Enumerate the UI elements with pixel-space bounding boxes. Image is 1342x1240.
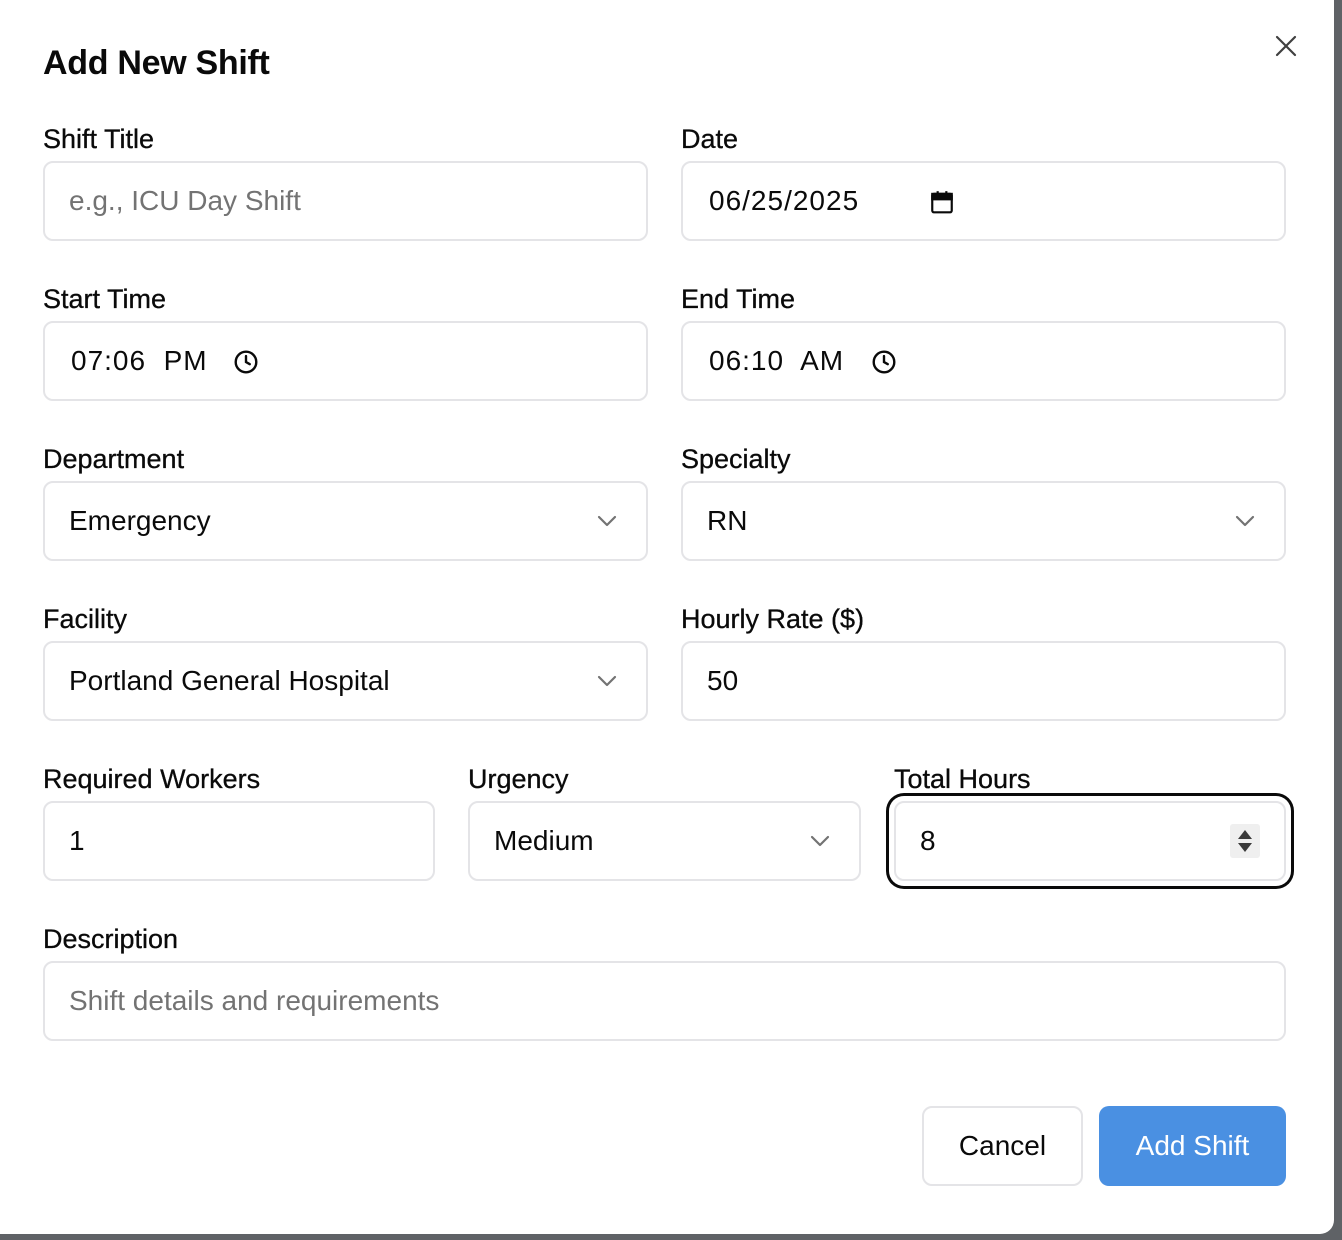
description-input[interactable]: Shift details and requirements bbox=[43, 961, 1286, 1041]
close-button[interactable] bbox=[1270, 30, 1302, 62]
total-hours-field: Total Hours 8 bbox=[894, 762, 1286, 882]
description-placeholder: Shift details and requirements bbox=[69, 985, 440, 1016]
date-label: Date bbox=[681, 124, 739, 154]
add-shift-button[interactable]: Add Shift bbox=[1099, 1106, 1286, 1186]
chevron-down-icon bbox=[596, 514, 618, 528]
description-field: Description Shift details and requiremen… bbox=[43, 922, 1286, 1042]
start-time-value: 07:06 PM bbox=[71, 345, 208, 376]
end-time-value: 06:10 AM bbox=[709, 345, 845, 376]
hourly-rate-field: Hourly Rate ($) 50 bbox=[681, 602, 1286, 722]
start-time-label: Start Time bbox=[43, 284, 167, 314]
stepper-up-icon[interactable] bbox=[1238, 830, 1252, 839]
end-time-input[interactable]: 06:10 AM bbox=[681, 321, 1286, 401]
department-label: Department bbox=[43, 444, 185, 474]
urgency-field: Urgency Medium bbox=[468, 762, 861, 882]
shift-title-input[interactable]: e.g., ICU Day Shift bbox=[43, 161, 648, 241]
dialog-title: Add New Shift bbox=[43, 44, 270, 82]
clock-icon[interactable] bbox=[871, 349, 897, 375]
cancel-button[interactable]: Cancel bbox=[922, 1106, 1083, 1186]
required-workers-input[interactable]: 1 bbox=[43, 801, 435, 881]
date-value: 06/25/2025 bbox=[709, 185, 860, 216]
shift-title-field: Shift Title e.g., ICU Day Shift bbox=[43, 122, 648, 242]
facility-value: Portland General Hospital bbox=[69, 665, 390, 696]
required-workers-value: 1 bbox=[69, 825, 85, 856]
end-time-field: End Time 06:10 AM bbox=[681, 282, 1286, 402]
hourly-rate-value: 50 bbox=[707, 665, 739, 696]
shift-title-label: Shift Title bbox=[43, 124, 155, 154]
number-stepper[interactable] bbox=[1230, 824, 1260, 858]
description-label: Description bbox=[43, 924, 179, 954]
chevron-down-icon bbox=[809, 834, 831, 848]
start-time-input[interactable]: 07:06 PM bbox=[43, 321, 648, 401]
urgency-label: Urgency bbox=[468, 764, 569, 794]
urgency-select[interactable]: Medium bbox=[468, 801, 861, 881]
add-shift-dialog: Add New Shift Shift Title e.g., ICU Day … bbox=[0, 0, 1334, 1234]
facility-field: Facility Portland General Hospital bbox=[43, 602, 648, 722]
required-workers-label: Required Workers bbox=[43, 764, 261, 794]
date-field: Date 06/25/2025 bbox=[681, 122, 1286, 242]
department-select[interactable]: Emergency bbox=[43, 481, 648, 561]
calendar-icon[interactable] bbox=[929, 189, 955, 215]
start-time-field: Start Time 07:06 PM bbox=[43, 282, 648, 402]
end-time-label: End Time bbox=[681, 284, 796, 314]
urgency-value: Medium bbox=[494, 825, 594, 856]
chevron-down-icon bbox=[596, 674, 618, 688]
required-workers-field: Required Workers 1 bbox=[43, 762, 435, 882]
specialty-label: Specialty bbox=[681, 444, 791, 474]
specialty-value: RN bbox=[707, 505, 748, 536]
shift-title-placeholder: e.g., ICU Day Shift bbox=[69, 185, 301, 216]
department-value: Emergency bbox=[69, 505, 211, 536]
specialty-field: Specialty RN bbox=[681, 442, 1286, 562]
department-field: Department Emergency bbox=[43, 442, 648, 562]
stepper-down-icon[interactable] bbox=[1238, 843, 1252, 852]
total-hours-value: 8 bbox=[920, 825, 936, 856]
facility-label: Facility bbox=[43, 604, 128, 634]
chevron-down-icon bbox=[1234, 514, 1256, 528]
hourly-rate-input[interactable]: 50 bbox=[681, 641, 1286, 721]
clock-icon[interactable] bbox=[233, 349, 259, 375]
total-hours-label: Total Hours bbox=[894, 764, 1031, 794]
total-hours-input[interactable]: 8 bbox=[894, 801, 1286, 881]
hourly-rate-label: Hourly Rate ($) bbox=[681, 604, 865, 634]
facility-select[interactable]: Portland General Hospital bbox=[43, 641, 648, 721]
specialty-select[interactable]: RN bbox=[681, 481, 1286, 561]
date-input[interactable]: 06/25/2025 bbox=[681, 161, 1286, 241]
close-icon bbox=[1275, 35, 1297, 57]
